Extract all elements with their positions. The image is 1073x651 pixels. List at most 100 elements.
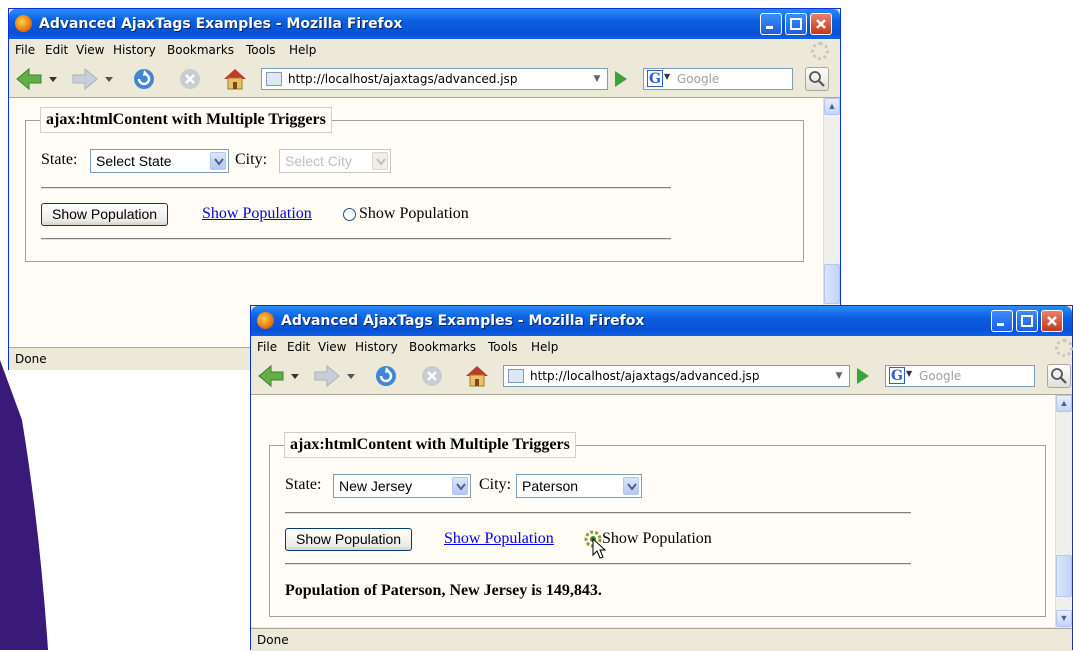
chevron-down-icon[interactable] [623, 477, 639, 495]
scroll-thumb[interactable] [1056, 555, 1072, 597]
search-placeholder: Google [677, 72, 720, 86]
throbber-icon [811, 42, 829, 60]
window-title: Advanced AjaxTags Examples - Mozilla Fir… [39, 16, 403, 32]
reload-icon[interactable] [131, 67, 159, 91]
state-label: State: [41, 151, 78, 168]
title-bar[interactable]: Advanced AjaxTags Examples - Mozilla Fir… [251, 306, 1072, 336]
scroll-thumb[interactable] [824, 264, 840, 304]
search-input[interactable]: G ▼ Google [885, 365, 1035, 387]
magnifier-icon [809, 71, 825, 87]
url-dropdown-icon[interactable]: ▼ [589, 71, 605, 87]
window-title: Advanced AjaxTags Examples - Mozilla Fir… [281, 313, 645, 329]
chevron-down-icon[interactable] [372, 152, 388, 170]
forward-icon[interactable] [71, 67, 117, 91]
close-button[interactable] [810, 13, 832, 35]
engine-dropdown-icon[interactable]: ▼ [664, 72, 670, 81]
city-label: City: [479, 476, 512, 493]
stop-icon[interactable] [177, 67, 205, 91]
menu-history[interactable]: History [113, 43, 156, 57]
menu-edit[interactable]: Edit [287, 340, 310, 354]
divider [285, 512, 911, 514]
city-select-value: Paterson [522, 478, 579, 494]
back-icon[interactable] [257, 364, 303, 388]
show-population-button[interactable]: Show Population [285, 528, 413, 551]
title-bar[interactable]: Advanced AjaxTags Examples - Mozilla Fir… [9, 9, 840, 39]
minimize-button[interactable] [760, 13, 782, 35]
url-bar[interactable]: http://localhost/ajaxtags/advanced.jsp ▼ [503, 365, 850, 387]
go-icon[interactable] [857, 368, 869, 384]
search-input[interactable]: G ▼ Google [643, 68, 793, 90]
close-button[interactable] [1041, 310, 1063, 332]
go-icon[interactable] [615, 71, 627, 87]
magnifier-icon [1051, 368, 1067, 384]
status-text: Done [257, 633, 289, 647]
state-select[interactable]: New Jersey [333, 474, 471, 498]
city-select-value: Select City [285, 153, 352, 169]
home-icon[interactable] [221, 67, 249, 91]
state-select-value: New Jersey [339, 478, 413, 494]
menu-help[interactable]: Help [531, 340, 558, 354]
city-select[interactable]: Paterson [516, 474, 642, 498]
maximize-button[interactable] [785, 13, 807, 35]
chevron-down-icon[interactable] [452, 477, 468, 495]
slide-accent-shape [0, 360, 48, 650]
status-text: Done [15, 352, 47, 366]
firefox-icon [15, 15, 32, 32]
reload-icon[interactable] [373, 364, 401, 388]
stop-icon[interactable] [419, 364, 447, 388]
divider [41, 187, 671, 189]
url-bar[interactable]: http://localhost/ajaxtags/advanced.jsp ▼ [261, 68, 608, 90]
page-content: ajax:htmlContent with Multiple Triggers … [251, 395, 1055, 627]
menu-view[interactable]: View [76, 43, 104, 57]
menu-tools[interactable]: Tools [488, 340, 518, 354]
home-icon[interactable] [463, 364, 491, 388]
radio-label: Show Population [602, 530, 712, 547]
city-label: City: [235, 151, 268, 168]
vertical-scrollbar[interactable]: ▲ ▼ [1055, 395, 1072, 627]
url-dropdown-icon[interactable]: ▼ [831, 368, 847, 384]
menu-bookmarks[interactable]: Bookmarks [167, 43, 234, 57]
search-button[interactable] [805, 67, 829, 91]
minimize-button[interactable] [991, 310, 1013, 332]
population-result: Population of Paterson, New Jersey is 14… [285, 582, 602, 599]
menu-file[interactable]: File [15, 43, 35, 57]
chevron-down-icon[interactable] [210, 152, 226, 170]
page-icon [266, 72, 282, 86]
show-population-button[interactable]: Show Population [41, 203, 169, 226]
menu-bar: File Edit View History Bookmarks Tools H… [251, 336, 1073, 358]
scroll-down-icon[interactable]: ▼ [1056, 610, 1072, 627]
menu-view[interactable]: View [318, 340, 346, 354]
engine-dropdown-icon[interactable]: ▼ [906, 369, 912, 378]
fieldset-legend: ajax:htmlContent with Multiple Triggers [284, 432, 576, 458]
show-population-link[interactable]: Show Population [202, 205, 312, 223]
state-label: State: [285, 476, 322, 493]
search-button[interactable] [1047, 364, 1071, 388]
scroll-up-icon[interactable]: ▲ [824, 98, 840, 115]
show-population-link[interactable]: Show Population [444, 530, 554, 548]
menu-file[interactable]: File [257, 340, 277, 354]
status-bar: Done [251, 628, 1072, 651]
menu-edit[interactable]: Edit [45, 43, 68, 57]
google-engine-icon[interactable]: G [647, 70, 663, 87]
menu-bar: File Edit View History Bookmarks Tools H… [9, 39, 840, 61]
throbber-icon [1055, 339, 1073, 357]
forward-icon[interactable] [313, 364, 359, 388]
fieldset-legend: ajax:htmlContent with Multiple Triggers [40, 107, 332, 133]
city-select[interactable]: Select City [279, 149, 391, 173]
show-population-radio[interactable] [343, 208, 356, 221]
radio-label: Show Population [359, 205, 469, 222]
google-engine-icon[interactable]: G [889, 367, 905, 384]
back-icon[interactable] [15, 67, 61, 91]
url-text: http://localhost/ajaxtags/advanced.jsp [288, 72, 518, 86]
menu-history[interactable]: History [355, 340, 398, 354]
scroll-up-icon[interactable]: ▲ [1056, 395, 1072, 412]
state-select[interactable]: Select State [90, 149, 229, 173]
fieldset-multiple-triggers: ajax:htmlContent with Multiple Triggers … [25, 107, 804, 262]
browser-window-front: Advanced AjaxTags Examples - Mozilla Fir… [250, 305, 1073, 651]
maximize-button[interactable] [1016, 310, 1038, 332]
menu-bookmarks[interactable]: Bookmarks [409, 340, 476, 354]
divider [285, 563, 911, 565]
menu-tools[interactable]: Tools [246, 43, 276, 57]
firefox-icon [257, 312, 274, 329]
menu-help[interactable]: Help [289, 43, 316, 57]
